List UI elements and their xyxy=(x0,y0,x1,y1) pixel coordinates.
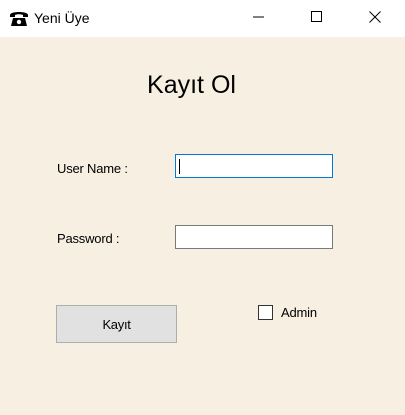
admin-checkbox-label[interactable]: Admin xyxy=(281,305,317,320)
password-label: Password : xyxy=(57,231,120,246)
close-button[interactable] xyxy=(347,0,403,37)
minimize-button[interactable] xyxy=(231,0,287,37)
close-icon xyxy=(369,10,381,28)
maximize-button[interactable] xyxy=(289,0,345,37)
minimize-icon xyxy=(253,10,265,28)
admin-checkbox[interactable] xyxy=(258,305,273,320)
password-input[interactable] xyxy=(175,225,333,249)
new-member-window: Yeni Üye Kayıt Ol User Name : Password:… xyxy=(0,0,405,415)
page-title: Kayıt Ol xyxy=(147,71,236,99)
register-button[interactable]: Kayıt xyxy=(56,305,177,343)
title-bar[interactable]: Yeni Üye xyxy=(0,0,405,37)
username-input[interactable] xyxy=(175,154,333,178)
maximize-icon xyxy=(311,10,323,28)
text-caret xyxy=(179,159,180,174)
telephone-icon xyxy=(9,9,29,27)
window-title: Yeni Üye xyxy=(34,10,90,26)
form-area: Kayıt Ol User Name : Password : Kayıt Ad… xyxy=(0,37,405,415)
username-label: User Name : xyxy=(57,161,128,176)
